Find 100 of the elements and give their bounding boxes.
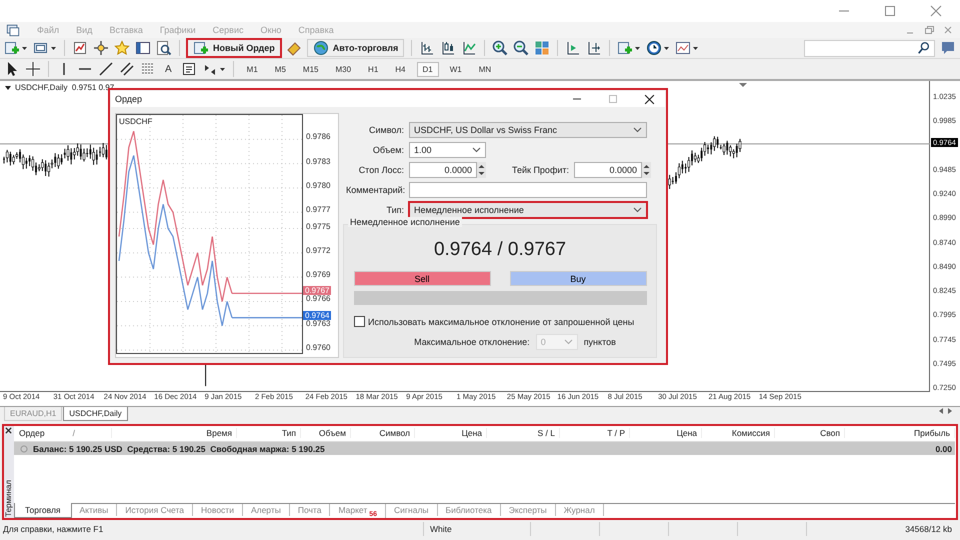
- column-header[interactable]: S / L: [487, 428, 560, 438]
- new-chart-icon[interactable]: [4, 40, 28, 56]
- candlestick-chart-icon[interactable]: [440, 40, 456, 56]
- field-label: Тейк Профит:: [511, 165, 569, 175]
- timeframe-button[interactable]: W1: [444, 62, 468, 76]
- column-header[interactable]: Цена: [415, 428, 487, 438]
- timeframe-button[interactable]: M5: [268, 62, 292, 76]
- ask-price-marker: 0.9767: [303, 286, 332, 296]
- panel-label: Терминал: [4, 480, 12, 517]
- auto-trading-button[interactable]: Авто-торговля: [306, 39, 404, 57]
- timeframe-button[interactable]: H4: [389, 62, 412, 76]
- price-label: 0.9780: [306, 180, 330, 190]
- stop-loss-field[interactable]: 0.0000: [409, 162, 477, 178]
- restore-icon[interactable]: [923, 24, 935, 36]
- line-chart-icon[interactable]: [461, 40, 478, 56]
- price-label: 0.9775: [306, 222, 330, 230]
- buy-button[interactable]: Buy: [510, 271, 646, 286]
- field-label: Символ:: [368, 125, 404, 135]
- profile-name: White: [423, 522, 530, 536]
- text-tool-button[interactable]: A: [161, 64, 176, 74]
- market-watch-icon[interactable]: [72, 40, 88, 56]
- terminal-tab[interactable]: Почта: [290, 504, 330, 516]
- chevron-down-icon: [633, 127, 642, 133]
- column-header[interactable]: Время: [112, 428, 237, 438]
- close-icon[interactable]: [4, 427, 12, 434]
- search-icon: [917, 41, 931, 55]
- price-label: 0.9766: [306, 294, 330, 304]
- price-label: 0.9772: [306, 246, 330, 255]
- timeframe-button[interactable]: MN: [472, 62, 498, 76]
- field-label: Максимальное отклонение:: [414, 337, 530, 347]
- trend-line-icon[interactable]: [98, 61, 114, 77]
- spinner-icon[interactable]: [642, 162, 651, 178]
- chart-shift-icon[interactable]: [586, 40, 602, 56]
- star-icon[interactable]: [114, 40, 130, 56]
- navigator-icon[interactable]: [93, 40, 109, 56]
- chevron-down-icon: [564, 339, 573, 345]
- comment-field[interactable]: [409, 182, 647, 198]
- timeframe-button[interactable]: H1: [362, 62, 384, 76]
- chart-tab[interactable]: USDCHF,Daily: [63, 407, 128, 421]
- column-header[interactable]: Объем: [301, 428, 351, 438]
- terminal-tab[interactable]: Библиотека: [438, 504, 501, 516]
- indicators-icon[interactable]: [617, 40, 642, 56]
- unit-label: пунктов: [584, 337, 616, 347]
- shift-marker-icon[interactable]: [739, 83, 747, 87]
- timeframe-button[interactable]: M1: [240, 62, 264, 76]
- terminal-tab[interactable]: Журнал: [556, 504, 604, 516]
- terminal-tab[interactable]: Маркет $_{56}$: [330, 504, 386, 519]
- terminal-tab[interactable]: Эксперты: [500, 504, 556, 516]
- column-header[interactable]: Тип: [237, 428, 301, 438]
- text-box-icon[interactable]: [180, 61, 197, 77]
- terminal-tab[interactable]: Сигналы: [386, 504, 438, 516]
- dialog-title: Ордер: [115, 94, 142, 104]
- autoscroll-icon[interactable]: [565, 40, 582, 56]
- timeframe-button[interactable]: D1: [416, 62, 439, 76]
- tile-windows-icon[interactable]: [534, 40, 550, 56]
- price-label: 0.9786: [306, 132, 330, 142]
- terminal-tab[interactable]: Торговля: [14, 503, 72, 518]
- channel-icon[interactable]: [119, 61, 135, 77]
- terminal-tab[interactable]: Новости: [193, 504, 243, 516]
- timeframe-button[interactable]: M15: [296, 62, 324, 76]
- crosshair-icon[interactable]: [25, 61, 41, 77]
- volume-field[interactable]: 1.00: [409, 142, 486, 158]
- take-profit-field[interactable]: 0.0000: [574, 162, 642, 178]
- column-header[interactable]: T / P: [560, 428, 630, 438]
- tester-icon[interactable]: [156, 40, 172, 56]
- new-order-icon: [193, 40, 209, 56]
- profiles-icon[interactable]: [33, 40, 57, 56]
- column-header[interactable]: Прибыль: [845, 428, 955, 438]
- search-field[interactable]: [804, 40, 935, 56]
- balance-summary: Баланс: 5 190.25 USD Средства: 5 190.25 Свободная маржа: 5 190.25: [33, 444, 325, 454]
- maximize-icon[interactable]: [884, 5, 896, 17]
- close-icon[interactable]: [644, 94, 655, 104]
- template-icon[interactable]: [675, 40, 700, 56]
- column-header[interactable]: Ордер /: [14, 428, 112, 438]
- price-label: 0.9763: [306, 318, 330, 328]
- column-header[interactable]: Своп: [775, 428, 845, 438]
- symbol-dropdown[interactable]: USDCHF, US Dollar vs Swiss Franc: [409, 122, 647, 138]
- sell-button[interactable]: Sell: [354, 271, 490, 286]
- column-header[interactable]: Символ: [351, 428, 415, 438]
- terminal-tab[interactable]: История Счета: [117, 504, 194, 516]
- zoom-out-icon[interactable]: [513, 40, 530, 56]
- order-type-dropdown[interactable]: Немедленное исполнение: [409, 202, 647, 218]
- clock-icon[interactable]: [646, 40, 670, 56]
- timeframe-button[interactable]: M30: [329, 62, 358, 76]
- terminal-tab[interactable]: Активы: [72, 504, 118, 516]
- field-label: Объем:: [372, 145, 404, 155]
- window-icon[interactable]: [135, 40, 151, 56]
- dropdown-icon[interactable]: [4, 84, 12, 92]
- meta-editor-icon[interactable]: [286, 40, 302, 56]
- traffic-counter: 34568/12 kb: [806, 522, 960, 536]
- column-header[interactable]: Цена: [630, 428, 702, 438]
- column-header[interactable]: Комиссия: [702, 428, 775, 438]
- spinner-icon[interactable]: [477, 162, 486, 178]
- new-order-button[interactable]: Новый Ордер: [187, 39, 281, 57]
- terminal-tab[interactable]: Алерты: [242, 504, 290, 516]
- zoom-in-icon[interactable]: [492, 40, 508, 56]
- globe-icon: [312, 40, 329, 56]
- status-text: Для справки, нажмите F1: [2, 524, 104, 534]
- chat-icon[interactable]: [940, 40, 956, 56]
- bar-chart-icon[interactable]: [419, 40, 436, 56]
